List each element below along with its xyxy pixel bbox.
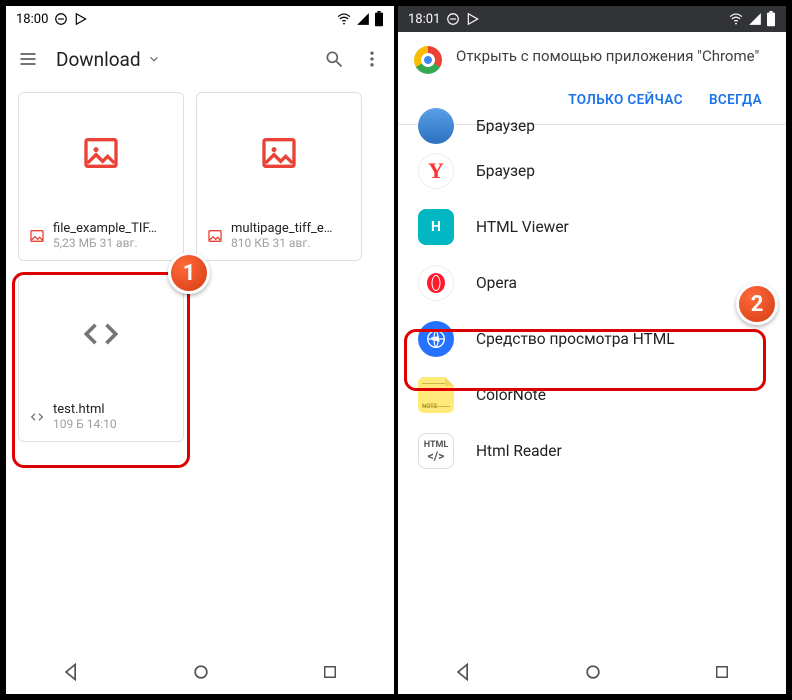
status-bar: 18:00 [6, 6, 394, 32]
always-button[interactable]: ВСЕГДА [709, 92, 762, 108]
app-name: HTML Viewer [476, 218, 569, 236]
app-item[interactable]: HTML</> Html Reader [398, 423, 786, 479]
status-time: 18:01 [408, 12, 440, 27]
file-name: test.html [53, 402, 173, 417]
nav-bar [398, 650, 786, 694]
status-time: 18:00 [16, 12, 48, 27]
file-meta: 5,23 МБ 31 авг. [53, 236, 173, 250]
open-with-header: Открыть с помощью приложения "Chrome" [398, 32, 786, 84]
html-reader-icon: HTML</> [418, 433, 454, 469]
file-name: file_example_TIF… [53, 221, 173, 236]
app-name: Opera [476, 274, 517, 292]
dnd-icon [446, 12, 460, 26]
image-icon [19, 93, 183, 213]
chevron-down-icon [147, 52, 161, 66]
app-item[interactable]: Y Браузер [398, 143, 786, 199]
phone-right: 18:01 [398, 6, 786, 694]
play-icon [466, 12, 480, 26]
browser-icon [418, 108, 454, 144]
app-name: Браузер [476, 162, 535, 180]
html-tool-icon [418, 321, 454, 357]
nav-recent-button[interactable] [713, 663, 731, 681]
app-list: Браузер Y Браузер H HTML Viewer Op [398, 125, 786, 650]
wifi-icon [336, 12, 352, 26]
file-name: multipage_tiff_e… [231, 221, 351, 236]
yandex-icon: Y [418, 153, 454, 189]
open-with-title: Открыть с помощью приложения "Chrome" [456, 46, 759, 66]
chrome-icon [414, 46, 442, 74]
file-meta: 109 Б 14:10 [53, 417, 173, 431]
battery-icon [766, 11, 776, 27]
file-grid: file_example_TIF… 5,23 МБ 31 авг. multip… [6, 86, 394, 448]
signal-icon [748, 12, 762, 26]
app-name: Средство просмотра HTML [476, 330, 675, 348]
play-icon [74, 12, 88, 26]
app-item[interactable]: Средство просмотра HTML [398, 311, 786, 367]
app-name: ColorNote [476, 386, 546, 404]
folder-dropdown[interactable]: Download [56, 48, 161, 71]
nav-home-button[interactable] [583, 662, 603, 682]
nav-home-button[interactable] [191, 662, 211, 682]
app-name: Браузер [476, 117, 535, 135]
file-tile[interactable]: file_example_TIF… 5,23 МБ 31 авг. [18, 92, 184, 261]
wifi-icon [728, 12, 744, 26]
code-icon [29, 409, 45, 425]
nav-back-button[interactable] [453, 662, 473, 682]
image-icon [29, 228, 45, 244]
nav-back-button[interactable] [61, 662, 81, 682]
image-icon [207, 228, 223, 244]
opera-icon [418, 265, 454, 301]
status-bar: 18:01 [398, 6, 786, 32]
app-item[interactable]: H HTML Viewer [398, 199, 786, 255]
more-button[interactable] [362, 49, 382, 69]
nav-recent-button[interactable] [321, 663, 339, 681]
menu-button[interactable] [18, 49, 38, 69]
battery-icon [374, 11, 384, 27]
html-viewer-icon: H [418, 209, 454, 245]
colornote-icon: NOTE [418, 377, 454, 413]
just-once-button[interactable]: ТОЛЬКО СЕЙЧАС [568, 92, 683, 108]
app-bar: Download [6, 32, 394, 86]
folder-title: Download [56, 48, 141, 71]
nav-bar [6, 650, 394, 694]
signal-icon [356, 12, 370, 26]
app-item[interactable]: Opera [398, 255, 786, 311]
file-tile[interactable]: multipage_tiff_e… 810 КБ 31 авг. [196, 92, 362, 261]
dnd-icon [54, 12, 68, 26]
search-button[interactable] [324, 49, 344, 69]
file-meta: 810 КБ 31 авг. [231, 236, 351, 250]
file-tile[interactable]: test.html 109 Б 14:10 [18, 273, 184, 442]
app-name: Html Reader [476, 442, 562, 460]
phone-left: 18:00 [6, 6, 394, 694]
app-item[interactable]: Браузер [398, 109, 786, 143]
code-icon [19, 274, 183, 394]
app-item[interactable]: NOTE ColorNote [398, 367, 786, 423]
image-icon [197, 93, 361, 213]
